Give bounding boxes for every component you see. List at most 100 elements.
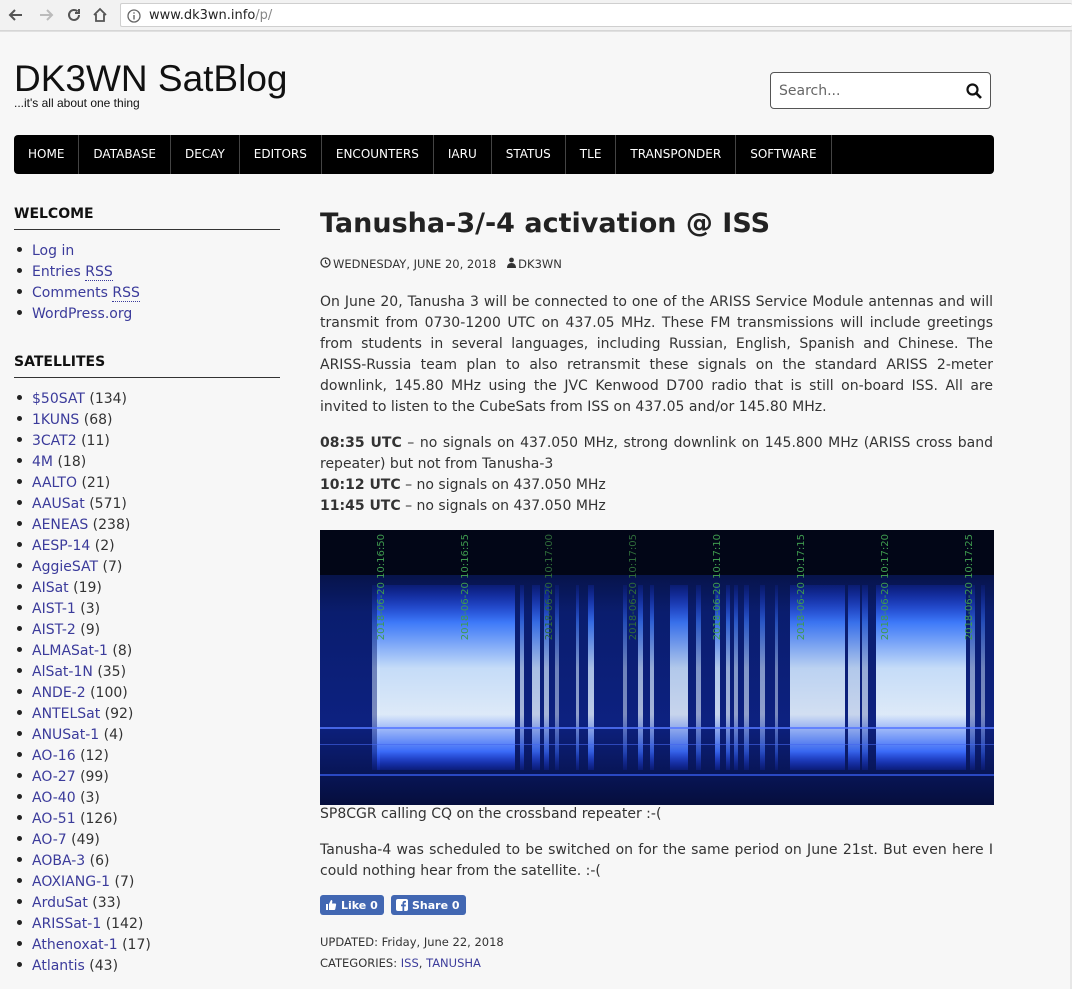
satellite-link[interactable]: AIST-2 bbox=[32, 622, 76, 638]
satellite-link[interactable]: AOBA-3 bbox=[32, 853, 85, 869]
satellite-count: (142) bbox=[105, 916, 144, 932]
satellite-link[interactable]: ANTELSat bbox=[32, 706, 100, 722]
home-icon[interactable] bbox=[90, 5, 110, 25]
bullet-icon bbox=[17, 437, 22, 442]
satellite-link[interactable]: 1KUNS bbox=[32, 412, 79, 428]
satellite-link[interactable]: AOXIANG-1 bbox=[32, 874, 110, 890]
menu-item-decay[interactable]: DECAY bbox=[171, 135, 240, 174]
satellite-link[interactable]: ANDE-2 bbox=[32, 685, 86, 701]
spectrogram-timestamp: 2018-06-20 10:17:20 bbox=[880, 534, 891, 640]
facebook-like-button[interactable]: Like 0 bbox=[320, 895, 384, 915]
welcome-link[interactable]: Entries RSS bbox=[32, 264, 113, 281]
forward-icon[interactable] bbox=[36, 5, 56, 25]
satellite-link[interactable]: $50SAT bbox=[32, 391, 85, 407]
satellite-link[interactable]: AAUSat bbox=[32, 496, 85, 512]
url-path: /p/ bbox=[255, 8, 273, 23]
spectrogram-timestamp: 2018-06-20 10:16:55 bbox=[460, 534, 471, 640]
bullet-icon bbox=[17, 647, 22, 652]
search-input[interactable] bbox=[779, 80, 959, 102]
satellite-link[interactable]: Athenoxat-1 bbox=[32, 937, 118, 953]
bullet-icon bbox=[17, 247, 22, 252]
satellite-link[interactable]: AIST-1 bbox=[32, 601, 76, 617]
facebook-share-button[interactable]: Share 0 bbox=[391, 895, 466, 915]
signal-burst bbox=[862, 585, 868, 770]
satellite-link[interactable]: 4M bbox=[32, 454, 53, 470]
satellite-count: (17) bbox=[122, 937, 151, 953]
menu-item-encounters[interactable]: ENCOUNTERS bbox=[322, 135, 434, 174]
post-intro: On June 20, Tanusha 3 will be connected … bbox=[320, 294, 993, 415]
welcome-link[interactable]: Log in bbox=[32, 243, 74, 259]
info-icon[interactable] bbox=[127, 8, 141, 27]
menu-item-transponder[interactable]: TRANSPONDER bbox=[616, 135, 737, 174]
satellite-count: (3) bbox=[80, 601, 101, 617]
reload-icon[interactable] bbox=[64, 5, 84, 25]
satellite-link[interactable]: AENEAS bbox=[32, 517, 88, 533]
satellite-link[interactable]: ALMASat-1 bbox=[32, 643, 108, 659]
menu-item-home[interactable]: HOME bbox=[14, 135, 80, 174]
satellite-link[interactable]: AO-16 bbox=[32, 748, 76, 764]
satellite-link[interactable]: AISat bbox=[32, 580, 69, 596]
satellite-link[interactable]: ARISSat-1 bbox=[32, 916, 101, 932]
satellite-link[interactable]: AlSat-1N bbox=[32, 664, 93, 680]
welcome-widget-title: WELCOME bbox=[14, 206, 280, 230]
bullet-icon bbox=[17, 289, 22, 294]
menu-item-editors[interactable]: EDITORS bbox=[240, 135, 322, 174]
post-author[interactable]: DK3WN bbox=[518, 257, 562, 271]
bullet-icon bbox=[17, 941, 22, 946]
menu-item-iaru[interactable]: IARU bbox=[434, 135, 492, 174]
log-time: 08:35 UTC bbox=[320, 435, 402, 451]
satellite-item: AO-7 (49) bbox=[14, 830, 151, 851]
satellite-item: AOXIANG-1 (7) bbox=[14, 872, 151, 893]
satellite-link[interactable]: AO-7 bbox=[32, 832, 67, 848]
signal-burst bbox=[670, 585, 688, 770]
satellite-link[interactable]: AESP-14 bbox=[32, 538, 90, 554]
clock-icon bbox=[320, 257, 331, 271]
menu-item-status[interactable]: STATUS bbox=[492, 135, 566, 174]
signal-burst bbox=[726, 585, 730, 770]
search-icon[interactable] bbox=[965, 82, 983, 100]
satellite-item: 1KUNS (68) bbox=[14, 410, 151, 431]
satellites-list: $50SAT (134) 1KUNS (68) 3CAT2 (11) 4M (18) A… bbox=[14, 389, 151, 977]
satellite-count: (99) bbox=[80, 769, 109, 785]
welcome-item: Comments RSS bbox=[14, 283, 140, 304]
log-text: – no signals on 437.050 MHz bbox=[400, 477, 606, 493]
satellite-link[interactable]: AggieSAT bbox=[32, 559, 98, 575]
satellite-link[interactable]: AALTO bbox=[32, 475, 77, 491]
post-title[interactable]: Tanusha-3/-4 activation @ ISS bbox=[320, 208, 770, 239]
welcome-link-text: WordPress.org bbox=[32, 306, 133, 322]
satellite-link[interactable]: AO-51 bbox=[32, 811, 76, 827]
satellite-link[interactable]: ANUSat-1 bbox=[32, 727, 99, 743]
welcome-link[interactable]: Comments RSS bbox=[32, 285, 140, 302]
satellite-link[interactable]: ArduSat bbox=[32, 895, 88, 911]
satellite-link[interactable]: AO-27 bbox=[32, 769, 76, 785]
welcome-item: Log in bbox=[14, 241, 140, 262]
bullet-icon bbox=[17, 710, 22, 715]
spectrogram-image[interactable]: 2018-06-20 10:16:50 2018-06-20 10:16:55 20… bbox=[320, 530, 994, 805]
satellite-link[interactable]: AO-40 bbox=[32, 790, 76, 806]
menu-item-tle[interactable]: TLE bbox=[566, 135, 617, 174]
log-time: 10:12 UTC bbox=[320, 477, 401, 493]
satellite-item: AO-16 (12) bbox=[14, 746, 151, 767]
satellite-link[interactable]: 3CAT2 bbox=[32, 433, 77, 449]
site-title[interactable]: DK3WN SatBlog bbox=[14, 58, 288, 100]
satellite-link[interactable]: Atlantis bbox=[32, 958, 85, 974]
share-label: Share 0 bbox=[412, 898, 460, 912]
bullet-icon bbox=[17, 521, 22, 526]
menu-item-database[interactable]: DATABASE bbox=[79, 135, 171, 174]
menu-item-software[interactable]: SOFTWARE bbox=[736, 135, 832, 174]
signal-burst bbox=[734, 585, 738, 770]
category-link-tanusha[interactable]: TANUSHA bbox=[426, 956, 481, 970]
satellite-item: ALMASat-1 (8) bbox=[14, 641, 151, 662]
post-meta: WEDNESDAY, JUNE 20, 2018 DK3WN bbox=[320, 257, 562, 271]
url-host: www.dk3wn.info bbox=[149, 8, 256, 23]
satellite-count: (126) bbox=[80, 811, 118, 827]
bullet-icon bbox=[17, 794, 22, 799]
spectrogram-timestamp: 2018-06-20 10:16:50 bbox=[376, 534, 387, 640]
category-link-iss[interactable]: ISS bbox=[401, 956, 419, 970]
bullet-icon bbox=[17, 773, 22, 778]
address-bar[interactable]: www.dk3wn.info/p/ bbox=[120, 3, 1072, 27]
welcome-link[interactable]: WordPress.org bbox=[32, 306, 132, 322]
satellite-count: (68) bbox=[83, 412, 113, 428]
back-icon[interactable] bbox=[6, 5, 26, 25]
satellite-count: (9) bbox=[80, 622, 101, 638]
